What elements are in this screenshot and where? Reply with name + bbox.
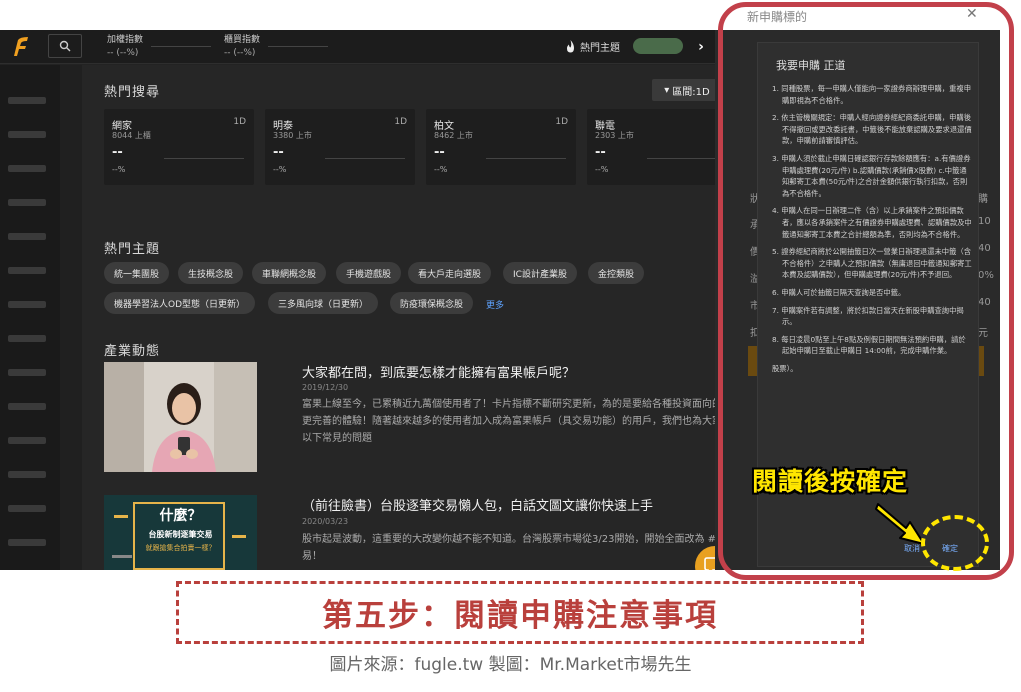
sidebar-item[interactable] <box>8 233 46 240</box>
caret-down-icon: ▾ <box>664 84 670 96</box>
step-title: 第五步：閱讀申購注意事項 <box>322 598 718 634</box>
stock-card[interactable]: 柏文 1D 8462 上市 -- --% <box>426 109 576 185</box>
sidebar-item[interactable] <box>8 505 46 512</box>
stock-change: --% <box>273 165 287 174</box>
step-banner: 第五步：閱讀申購注意事項 <box>176 581 864 644</box>
range-dropdown[interactable]: ▾ 區間:1D <box>652 79 722 101</box>
hot-theme-link[interactable]: 熱門主題 <box>565 39 620 54</box>
topic-tag[interactable]: 生技概念股 <box>178 262 244 284</box>
sidebar-item[interactable] <box>8 539 46 546</box>
stock-period: 1D <box>394 117 407 127</box>
sidebar-item[interactable] <box>8 369 46 376</box>
stock-card[interactable]: 明泰 1D 3380 上市 -- --% <box>265 109 415 185</box>
index-taiex[interactable]: 加權指數 -- (--%) <box>107 32 211 58</box>
article-date: 2019/12/30 <box>302 383 349 392</box>
stock-price: -- <box>273 145 284 160</box>
sidebar-item[interactable] <box>8 335 46 342</box>
fugle-logo-icon[interactable] <box>8 34 34 60</box>
sidebar-item[interactable] <box>8 437 46 444</box>
stock-change: --% <box>434 165 448 174</box>
topic-tag[interactable]: 金控類股 <box>588 262 645 284</box>
range-label: 區間:1D <box>672 86 710 98</box>
read-then-confirm-callout: 閱讀後按確定 <box>752 467 909 496</box>
sidebar <box>0 65 60 570</box>
industry-title: 產業動態 <box>104 344 161 359</box>
sidebar-item[interactable] <box>8 301 46 308</box>
sidebar-item[interactable] <box>8 165 46 172</box>
stock-price: -- <box>112 145 123 160</box>
article-body: 富果上線至今，已累積近九萬個使用者了！卡片指標不斷研究更新，為的是要給各種投資面… <box>302 399 752 444</box>
stock-card[interactable]: 網家 1D 8044 上櫃 -- --% <box>104 109 254 185</box>
main-content: 熱門搜尋 ▾ 區間:1D 網家 1D 8044 上櫃 -- --% 明泰 1D … <box>82 65 752 570</box>
hot-search-title: 熱門搜尋 <box>104 85 161 100</box>
index-otc-label: 櫃買指數 <box>224 35 261 45</box>
stock-period: 1D <box>555 117 568 127</box>
index-taiex-label: 加權指數 <box>107 35 144 45</box>
topic-tag[interactable]: 統一集團股 <box>104 262 170 284</box>
hot-theme-label: 熱門主題 <box>580 43 620 54</box>
sidebar-item[interactable] <box>8 267 46 274</box>
stock-period: 1D <box>233 117 246 127</box>
topic-tag[interactable]: 防疫環保概念股 <box>390 292 474 314</box>
stock-code: 2303 上市 <box>595 131 634 140</box>
article-thumbnail-trading-graphic[interactable]: 什麼？ 台股新制逐筆交易 就跟搶集合拍賣一樣？ <box>104 495 257 570</box>
article-title[interactable]: （前往臉書）台股逐筆交易懶人包，白話文圖文讓你快速上手 <box>302 495 653 514</box>
article-date: 2020/03/23 <box>302 517 349 526</box>
stock-code: 8462 上市 <box>434 131 473 140</box>
stock-change: --% <box>112 165 126 174</box>
thumb2-line2: 就跟搶集合拍賣一樣？ <box>145 544 216 552</box>
stock-code: 8044 上櫃 <box>112 131 151 140</box>
sidebar-item[interactable] <box>8 131 46 138</box>
theme-pill[interactable] <box>633 38 683 54</box>
sidebar-item[interactable] <box>8 471 46 478</box>
topic-tag[interactable]: 車聯網概念股 <box>252 262 327 284</box>
topic-tag[interactable]: IC設計產業股 <box>503 262 577 284</box>
image-credit: 圖片來源：fugle.tw 製圖：Mr.Market市場先生 <box>329 655 692 675</box>
stock-price: -- <box>434 145 445 160</box>
screenshot-stage: 加權指數 -- (--%) 櫃買指數 -- (--%) 熱門主題 › 熱門搜尋 … <box>0 0 1021 692</box>
thumb2-question: 什麼？ <box>159 508 202 524</box>
index-otc[interactable]: 櫃買指數 -- (--%) <box>224 32 328 58</box>
search-icon <box>59 40 71 52</box>
sidebar-item[interactable] <box>8 97 46 104</box>
hot-topics-title: 熱門主題 <box>104 242 161 257</box>
index-taiex-value: -- (--%) <box>107 48 139 58</box>
article-body: 股市起是波動，這重要的大改變你越不能不知道。台灣股票市場從3/23開始，開始全面… <box>302 534 747 562</box>
search-button[interactable] <box>48 34 82 58</box>
topic-tag[interactable]: 看大戶走向選股 <box>408 262 492 284</box>
topics-more-link[interactable]: 更多 <box>486 298 504 311</box>
chevron-right-icon[interactable]: › <box>690 32 712 62</box>
thumb2-line1: 台股新制逐筆交易 <box>148 530 213 539</box>
article-thumbnail-woman-phone[interactable] <box>104 362 257 472</box>
stock-price: -- <box>595 145 606 160</box>
sidebar-item[interactable] <box>8 403 46 410</box>
topic-tag[interactable]: 手機遊戲股 <box>336 262 402 284</box>
topic-tag[interactable]: 機器學習法人OD型態（日更新） <box>104 292 256 314</box>
stock-change: --% <box>595 165 609 174</box>
article-title[interactable]: 大家都在問，到底要怎樣才能擁有富果帳戶呢？ <box>302 362 575 381</box>
fire-icon <box>567 40 574 53</box>
stock-code: 3380 上市 <box>273 131 312 140</box>
sidebar-item[interactable] <box>8 199 46 206</box>
confirm-highlight-ring <box>921 515 989 571</box>
sidebar-rail <box>60 65 82 570</box>
topic-tag[interactable]: 三多風向球（日更新） <box>268 292 379 314</box>
index-otc-value: -- (--%) <box>224 48 256 58</box>
